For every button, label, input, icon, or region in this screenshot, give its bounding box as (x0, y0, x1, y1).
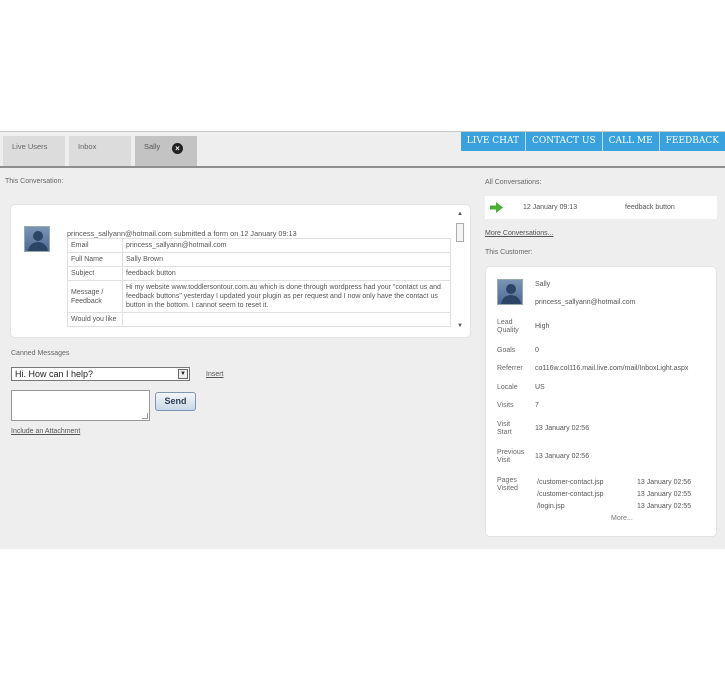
scroll-up-icon[interactable]: ▲ (457, 211, 463, 217)
include-attachment-link[interactable]: Include an Attachment (11, 428, 80, 435)
more-pages-link[interactable]: More... (611, 515, 633, 522)
locale-label: Locale (497, 384, 518, 391)
canned-messages-label: Canned Messages (11, 350, 70, 357)
goals-value: 0 (535, 347, 539, 354)
all-conversations-label: All Conversations: (485, 179, 542, 186)
green-arrow-right-icon (490, 202, 503, 213)
previous-visit-label: Previous Visit (497, 449, 525, 464)
form-key: Full Name (67, 252, 123, 267)
submitted-text: princess_sallyann@hotmail.com submitted … (67, 229, 297, 238)
form-key: Email (67, 238, 123, 253)
lead-quality-value: High (535, 323, 550, 330)
conversation-date: 12 January 09:13 (523, 204, 578, 211)
scroll-thumb[interactable] (456, 223, 464, 242)
visits-value: 7 (535, 402, 539, 409)
conversation-list-item[interactable]: 12 January 09:13 feedback button (485, 196, 717, 219)
visit-start-value: 13 January 02:56 (535, 425, 590, 432)
form-value (122, 312, 451, 327)
more-conversations-link[interactable]: More Conversations... (485, 230, 553, 237)
resize-grip-icon[interactable] (142, 413, 148, 419)
page-path[interactable]: /login.jsp (537, 503, 565, 510)
goals-label: Goals (497, 347, 516, 354)
table-row: Would you like (67, 312, 451, 327)
close-circle-icon[interactable]: × (172, 143, 183, 154)
form-value: feedback button (122, 266, 451, 281)
form-value: princess_sallyann@hotmail.com (122, 238, 451, 253)
form-table: Email princess_sallyann@hotmail.com Full… (67, 238, 451, 327)
referrer-label: Referrer (497, 365, 523, 372)
contact-us-button[interactable]: CONTACT US (526, 132, 603, 151)
tab-inbox[interactable]: Inbox (69, 136, 131, 167)
live-chat-button[interactable]: LIVE CHAT (460, 132, 527, 151)
form-key: Would you like (67, 312, 123, 327)
this-customer-label: This Customer: (485, 249, 533, 256)
conversation-subject: feedback button (625, 204, 675, 211)
form-value: Sally Brown (122, 252, 451, 267)
lead-quality-label: Lead Quality (497, 319, 519, 334)
conversation-panel: princess_sallyann@hotmail.com submitted … (10, 204, 471, 338)
pages-visited-label: Pages Visited (497, 477, 518, 492)
customer-email: princess_sallyann@hotmail.com (535, 299, 636, 306)
canned-selected-value: Hi. How can I help? (15, 369, 94, 379)
feedback-button[interactable]: FEEDBACK (659, 132, 725, 151)
insert-link[interactable]: Insert (206, 371, 224, 378)
user-silhouette-icon (497, 279, 523, 305)
widget-buttons: LIVE CHAT CONTACT US CALL ME FEEDBACK (460, 132, 725, 151)
tab-label: Sally (144, 142, 161, 151)
referrer-value: co116w.col116.mail.live.com/mail/InboxLi… (535, 365, 689, 372)
table-row: Subject feedback button (67, 266, 451, 281)
page-time: 13 January 02:55 (637, 503, 692, 510)
call-me-button[interactable]: CALL ME (602, 132, 660, 151)
customer-name: Sally (535, 281, 551, 288)
this-conversation-label: This Conversation: (5, 178, 64, 185)
conversation-scrollbar[interactable]: ▲ ▼ (455, 211, 465, 331)
app-shell: Live Users Inbox Sally × LIVE CHAT CONTA… (0, 131, 725, 549)
visits-label: Visits (497, 402, 514, 409)
form-key: Subject (67, 266, 123, 281)
tab-label: Live Users (12, 142, 48, 151)
tab-sally[interactable]: Sally × (135, 136, 197, 167)
customer-panel: Sally princess_sallyann@hotmail.com Lead… (485, 266, 717, 537)
scroll-down-icon[interactable]: ▼ (457, 323, 463, 329)
page-time: 13 January 02:55 (637, 491, 692, 498)
form-key: Message / Feedback (67, 280, 123, 313)
table-row: Message / Feedback Hi my website www.tod… (67, 280, 451, 313)
table-row: Full Name Sally Brown (67, 252, 451, 267)
form-value: Hi my website www.toddlersontour.com.au … (122, 280, 451, 313)
previous-visit-value: 13 January 02:56 (535, 453, 590, 460)
visit-start-label: Visit Start (497, 421, 512, 436)
page-time: 13 January 02:56 (637, 479, 692, 486)
tab-label: Inbox (78, 142, 97, 151)
locale-value: US (535, 384, 545, 391)
page-path[interactable]: /customer-contact.jsp (537, 491, 604, 498)
send-button[interactable]: Send (155, 392, 196, 411)
table-row: Email princess_sallyann@hotmail.com (67, 238, 451, 253)
chevron-down-icon[interactable]: ▼ (178, 369, 188, 379)
tab-live-users[interactable]: Live Users (3, 136, 65, 167)
canned-message-select[interactable]: Hi. How can I help? ▼ (11, 367, 190, 381)
message-input[interactable] (11, 390, 150, 421)
user-silhouette-icon (24, 226, 50, 252)
page-path[interactable]: /customer-contact.jsp (537, 479, 604, 486)
tab-underline (0, 166, 725, 168)
